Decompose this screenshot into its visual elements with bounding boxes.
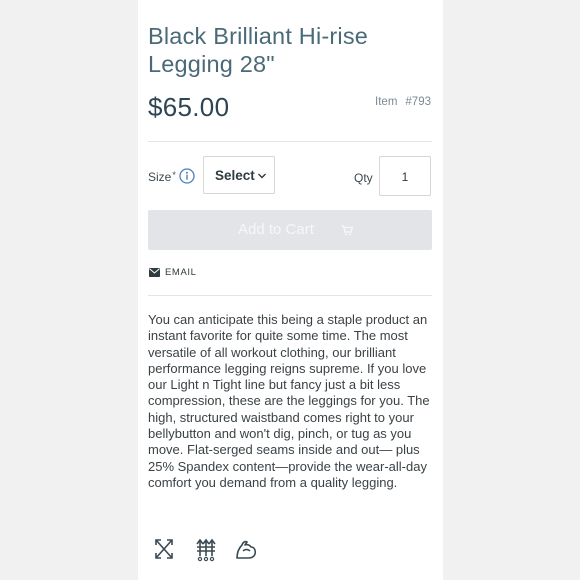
divider <box>148 295 432 296</box>
add-to-cart-label: Add to Cart <box>238 221 314 238</box>
product-price: $65.00 <box>148 92 230 122</box>
qty-label: Qty <box>354 171 373 185</box>
page-margin-left <box>0 0 138 580</box>
item-number: Item #793 <box>375 96 431 108</box>
product-description: You can anticipate this being a staple p… <box>148 312 430 490</box>
item-label: Item <box>375 96 398 108</box>
product-card: Black Brilliant Hi-rise Legging 28" $65.… <box>138 0 443 580</box>
mail-icon <box>149 268 160 277</box>
required-mark: * <box>172 170 176 180</box>
chevron-down-icon <box>258 173 266 179</box>
info-icon[interactable] <box>179 168 195 184</box>
size-label-text: Size <box>148 170 172 184</box>
quantity-input[interactable]: 1 <box>379 156 431 196</box>
four-way-stretch-icon <box>155 539 173 559</box>
size-select[interactable]: Select <box>203 156 275 194</box>
size-label: Size* <box>148 170 176 184</box>
add-to-cart-button[interactable]: Add to Cart <box>148 210 432 250</box>
email-label: EMAIL <box>165 267 197 278</box>
quantity-value: 1 <box>401 170 409 184</box>
moisture-wicking-icon <box>196 538 216 562</box>
product-title: Black Brilliant Hi-rise Legging 28" <box>148 23 369 77</box>
size-select-value: Select <box>215 168 255 183</box>
page-margin-right <box>443 0 580 580</box>
muscle-support-icon <box>236 540 257 559</box>
cart-icon <box>341 225 353 236</box>
item-number-value: #793 <box>405 96 431 108</box>
divider <box>148 141 432 142</box>
